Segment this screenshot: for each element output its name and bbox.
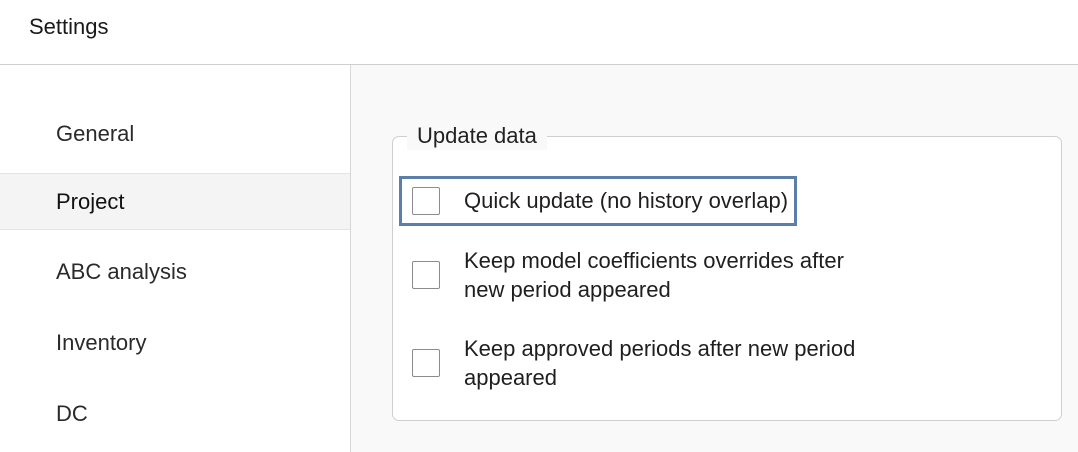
- checkbox-label: Quick update (no history overlap): [464, 188, 789, 213]
- sidebar-item-label: ABC analysis: [56, 258, 187, 284]
- checkbox-box[interactable]: [412, 261, 440, 289]
- keep-model-coefficients-checkbox[interactable]: Keep model coefficients overrides after …: [412, 246, 884, 304]
- checkbox-box[interactable]: [412, 349, 440, 377]
- quick-update-checkbox[interactable]: Quick update (no history overlap): [398, 176, 798, 226]
- sidebar-item-inventory[interactable]: Inventory: [0, 314, 350, 371]
- checkbox-label: Keep model coefficients overrides after …: [464, 248, 844, 302]
- sidebar-item-abc-analysis[interactable]: ABC analysis: [0, 243, 350, 300]
- sidebar-item-dc[interactable]: DC: [0, 385, 350, 442]
- sidebar-item-label: DC: [56, 400, 88, 426]
- sidebar-item-label: General: [56, 120, 135, 146]
- checkbox-label: Keep approved periods after new period a…: [464, 336, 856, 390]
- sidebar-item-general[interactable]: General: [0, 105, 350, 162]
- keep-approved-periods-checkbox[interactable]: Keep approved periods after new period a…: [412, 334, 884, 392]
- settings-content: Update data Quick update (no history ove…: [351, 65, 1078, 452]
- sidebar-item-label: Project: [56, 188, 125, 214]
- sidebar: General Project ABC analysis Inventory D…: [0, 65, 350, 452]
- sidebar-item-project[interactable]: Project: [0, 173, 350, 230]
- group-legend: Update data: [407, 122, 547, 150]
- checkbox-box[interactable]: [412, 187, 440, 215]
- window-title: Settings: [29, 14, 109, 39]
- sidebar-item-label: Inventory: [56, 329, 147, 355]
